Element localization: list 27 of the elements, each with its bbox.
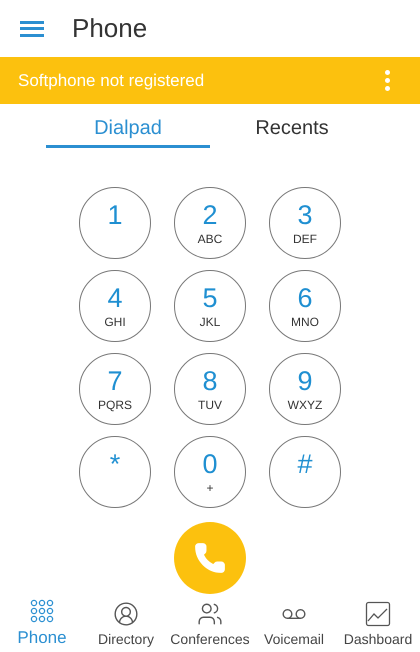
dial-key[interactable]: 4 GHI [79, 270, 151, 342]
dial-key[interactable]: * [79, 436, 151, 508]
menu-button[interactable] [20, 18, 44, 38]
banner-message: Softphone not registered [18, 70, 204, 92]
dial-key[interactable]: 3 DEF [269, 187, 341, 259]
phone-icon [193, 541, 227, 575]
users-icon [197, 601, 223, 627]
dial-key[interactable]: 2 ABC [174, 187, 246, 259]
nav-item[interactable]: Directory [84, 601, 168, 650]
page-title: Phone [72, 12, 148, 45]
dial-key[interactable]: 1 [79, 187, 151, 259]
dial-key[interactable]: 0 + [174, 436, 246, 508]
tab[interactable]: Dialpad [46, 110, 210, 148]
dial-key[interactable]: 8 TUV [174, 353, 246, 425]
dial-key[interactable]: # [269, 436, 341, 508]
dial-key[interactable]: 9 WXYZ [269, 353, 341, 425]
dial-key[interactable]: 6 MNO [269, 270, 341, 342]
dialpad-icon [30, 598, 54, 622]
nav-item[interactable]: Dashboard [336, 601, 420, 650]
nav-item[interactable]: Voicemail [252, 601, 336, 650]
dial-key[interactable]: 7 PQRS [79, 353, 151, 425]
nav-item[interactable]: Phone [0, 598, 84, 650]
user-icon [113, 601, 139, 627]
dial-key[interactable]: 5 JKL [174, 270, 246, 342]
line-chart-icon [365, 601, 391, 627]
tab[interactable]: Recents [210, 110, 374, 148]
nav-item[interactable]: Conferences [168, 601, 252, 650]
